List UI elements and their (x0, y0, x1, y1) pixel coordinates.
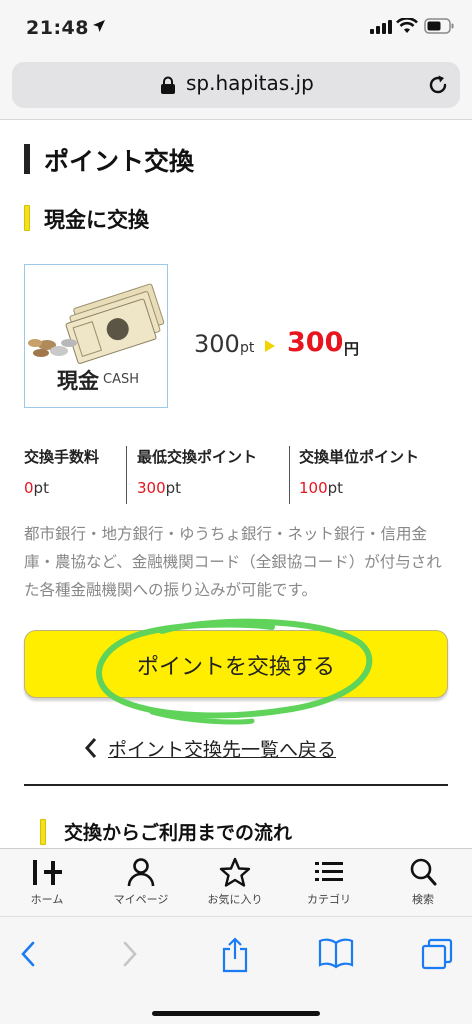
banknotes-icon (28, 283, 165, 364)
minimum-points-value: 300pt (137, 479, 182, 497)
nav-search[interactable]: 検索 (376, 857, 470, 907)
fee-info: 交換手数料 0pt (24, 446, 99, 504)
nav-mypage[interactable]: マイページ (94, 857, 188, 907)
unit-points-value: 100pt (299, 479, 344, 497)
home-indicator (152, 1011, 320, 1016)
page-title-marker (24, 144, 30, 174)
chevron-left-icon (84, 738, 97, 758)
cash-label: 現金 (57, 369, 99, 393)
bottom-nav: ホーム マイページ お気に入り カテゴリ 検索 (0, 848, 472, 916)
flow-title-marker (40, 819, 46, 845)
column-divider (126, 446, 127, 504)
star-icon (219, 857, 251, 887)
status-bar: 21:48 (0, 0, 472, 56)
nav-favorites[interactable]: お気に入り (188, 857, 282, 907)
status-time: 21:48 (26, 17, 89, 39)
nav-home[interactable]: ホーム (0, 857, 94, 907)
cellular-signal-icon (370, 20, 392, 34)
hapitas-logo-icon (33, 860, 62, 885)
location-arrow-icon (93, 20, 105, 32)
section-title-marker (24, 205, 30, 231)
page-title: ポイント交換 (44, 147, 195, 176)
reload-icon[interactable] (426, 73, 450, 97)
nav-home-label: ホーム (30, 893, 64, 906)
share-icon[interactable] (220, 937, 250, 973)
browser-toolbar (0, 916, 472, 1024)
search-icon (410, 858, 437, 886)
rate-to-amount: 300 (287, 327, 344, 358)
back-to-exchange-list-label: ポイント交換先一覧へ戻る (108, 739, 337, 761)
tabs-icon[interactable] (420, 937, 454, 971)
rate-to-unit: 円 (344, 340, 360, 358)
section-title: 現金に交換 (44, 208, 149, 232)
unit-points-info: 交換単位ポイント 100pt (299, 446, 419, 504)
fee-label: 交換手数料 (24, 448, 100, 466)
browser-address-area: sp.hapitas.jp (0, 56, 472, 120)
fee-value: 0pt (24, 479, 49, 497)
unit-points-label: 交換単位ポイント (299, 448, 420, 466)
battery-icon (424, 18, 454, 34)
section-divider (24, 784, 448, 786)
url-text: sp.hapitas.jp (186, 71, 314, 95)
nav-category-label: カテゴリ (307, 893, 351, 906)
column-divider (289, 446, 290, 504)
nav-search-label: 検索 (412, 893, 434, 906)
cash-image: 現金 CASH (24, 264, 168, 408)
minimum-points-info: 最低交換ポイント 300pt (137, 446, 257, 504)
address-bar[interactable]: sp.hapitas.jp (12, 62, 460, 108)
back-arrow-icon[interactable] (16, 937, 40, 971)
list-icon (315, 862, 343, 881)
flow-title: 交換からご利用までの流れ (64, 822, 293, 844)
rate-arrow-icon (265, 340, 275, 352)
nav-favorites-label: お気に入り (207, 893, 263, 906)
lock-icon (161, 76, 175, 94)
rate-from-unit: pt (240, 340, 255, 356)
exchange-description: 都市銀行・地方銀行・ゆうちょ銀行・ネット銀行・信用金庫・農協など、金融機関コード… (24, 525, 442, 599)
person-icon (127, 858, 155, 887)
nav-mypage-label: マイページ (113, 893, 169, 906)
cash-label-en: CASH (103, 372, 139, 387)
rate-from-points: 300 (194, 330, 240, 358)
wifi-icon (396, 18, 418, 33)
hand-drawn-highlight-circle (96, 618, 373, 725)
minimum-points-label: 最低交換ポイント (137, 448, 258, 466)
forward-arrow-icon[interactable] (118, 937, 142, 971)
nav-category[interactable]: カテゴリ (282, 857, 376, 907)
bookmarks-icon[interactable] (318, 937, 354, 969)
